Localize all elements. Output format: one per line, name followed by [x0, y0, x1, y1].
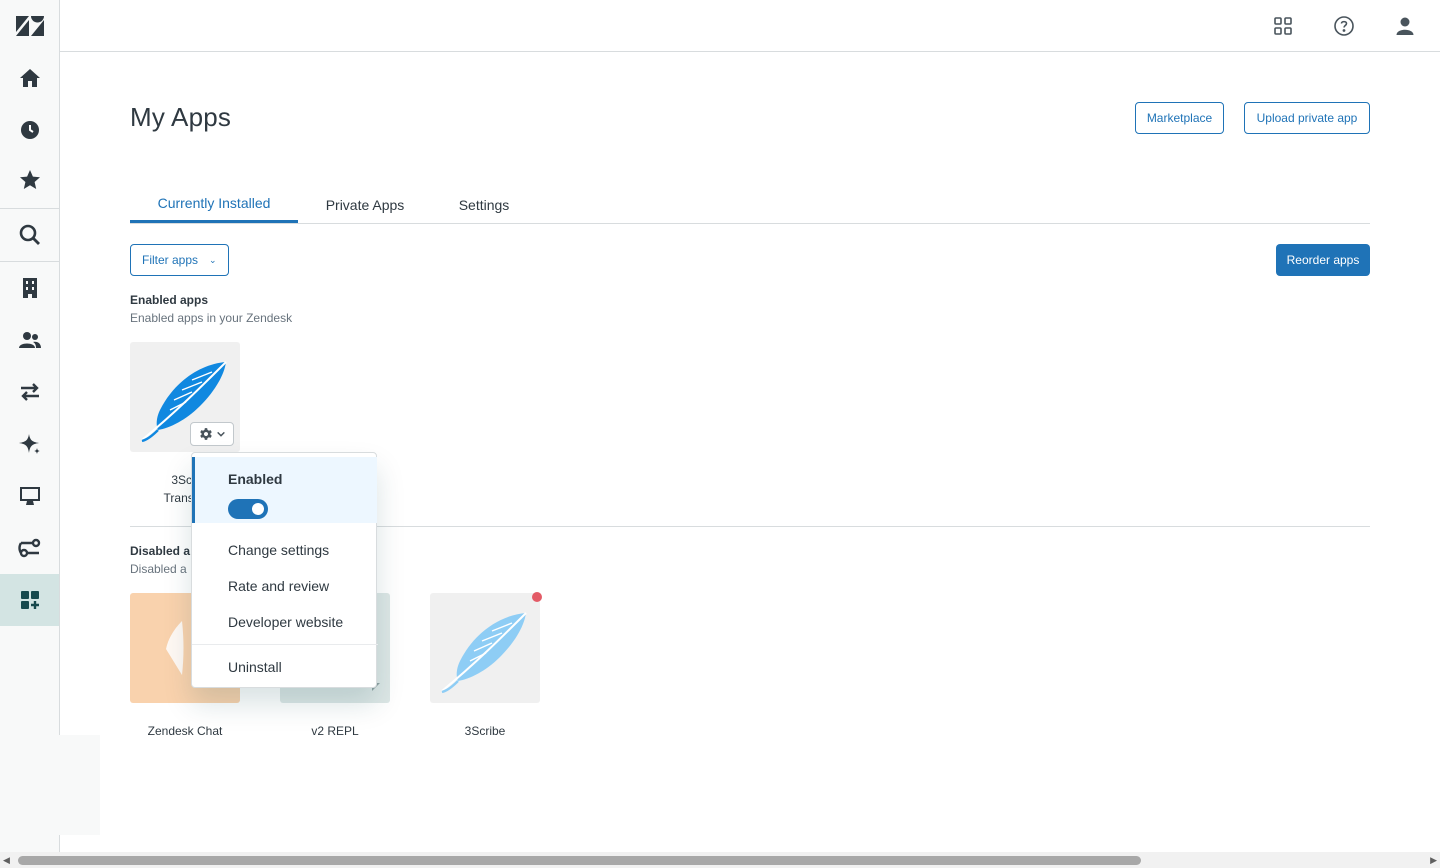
- disabled-apps-description: Disabled a: [130, 562, 187, 576]
- nav-users[interactable]: [0, 314, 59, 366]
- building-icon: [22, 278, 37, 298]
- nav-favorites[interactable]: [0, 154, 59, 206]
- menu-item-change-settings[interactable]: Change settings: [228, 542, 329, 558]
- search-icon: [19, 224, 40, 245]
- menu-enabled-row[interactable]: Enabled: [192, 457, 377, 523]
- menu-item-uninstall[interactable]: Uninstall: [228, 659, 282, 675]
- arrows-icon: [20, 383, 39, 401]
- nav-search[interactable]: [0, 209, 59, 261]
- enabled-apps-description: Enabled apps in your Zendesk: [130, 311, 293, 325]
- sparkle-icon: [18, 434, 40, 454]
- nav-organizations[interactable]: [0, 262, 59, 314]
- home-icon: [19, 69, 40, 87]
- user-profile-button[interactable]: [1393, 14, 1417, 38]
- menu-separator: [192, 644, 378, 645]
- clock-icon: [20, 121, 39, 139]
- app-label: v2 REPL: [311, 724, 359, 738]
- reorder-apps-button[interactable]: Reorder apps: [1276, 244, 1370, 276]
- apps-add-icon: [20, 591, 39, 609]
- help-button[interactable]: [1332, 14, 1356, 38]
- products-grid-icon: [1274, 17, 1292, 35]
- app-label: Zendesk Chat: [147, 724, 223, 738]
- menu-item-rate-and-review[interactable]: Rate and review: [228, 578, 329, 594]
- zendesk-logo[interactable]: [16, 14, 44, 38]
- feather-icon: [441, 612, 527, 694]
- page-title: My Apps: [130, 102, 232, 132]
- nav-objects[interactable]: [0, 522, 59, 574]
- gear-icon: [199, 428, 212, 440]
- marketplace-button[interactable]: Marketplace: [1135, 102, 1224, 134]
- app-tile-3scribe[interactable]: [430, 593, 540, 703]
- app-label: 3Scribe: [464, 724, 506, 738]
- upload-private-app-button[interactable]: Upload private app: [1244, 102, 1370, 134]
- horizontal-scrollbar[interactable]: ◀ ▶: [0, 852, 1440, 868]
- app-actions-menu: Enabled Change settings Rate and review …: [191, 452, 378, 688]
- disabled-apps-heading: Disabled a: [130, 544, 191, 558]
- notification-badge: [532, 592, 542, 602]
- tab-currently-installed[interactable]: Currently Installed: [130, 186, 298, 223]
- app-settings-menu-button[interactable]: [190, 422, 234, 446]
- filter-apps-button[interactable]: Filter apps ⌄: [130, 244, 229, 276]
- nav-home[interactable]: [0, 52, 59, 104]
- nav-recent[interactable]: [0, 104, 59, 156]
- people-icon: [18, 332, 41, 348]
- star-icon: [19, 170, 40, 189]
- nav-apps[interactable]: [0, 574, 59, 626]
- nav-workspaces[interactable]: [0, 470, 59, 522]
- enabled-toggle[interactable]: [228, 499, 268, 519]
- filter-apps-label: Filter apps: [142, 253, 199, 267]
- tab-list: Currently Installed Private Apps Setting…: [130, 186, 1370, 224]
- tab-private-apps[interactable]: Private Apps: [310, 186, 420, 223]
- menu-item-developer-website[interactable]: Developer website: [228, 614, 343, 630]
- enabled-apps-heading: Enabled apps: [130, 293, 209, 307]
- scrollbar-thumb[interactable]: [18, 856, 1141, 865]
- scroll-right-icon[interactable]: ▶: [1430, 855, 1437, 866]
- enabled-label: Enabled: [228, 471, 283, 487]
- nav-ai[interactable]: [0, 418, 59, 470]
- monitor-icon: [19, 487, 40, 505]
- products-button[interactable]: [1271, 14, 1295, 38]
- flow-icon: [17, 538, 40, 558]
- tab-settings[interactable]: Settings: [444, 186, 524, 223]
- nav-routing[interactable]: [0, 366, 59, 418]
- sidebar-blank-area: [0, 735, 100, 835]
- scroll-left-icon[interactable]: ◀: [3, 855, 10, 866]
- top-bar: [60, 0, 1440, 52]
- help-icon: [1334, 16, 1354, 36]
- user-profile-icon: [1396, 17, 1414, 35]
- chevron-down-icon: ⌄: [209, 254, 217, 265]
- chevron-down-icon: [216, 431, 225, 437]
